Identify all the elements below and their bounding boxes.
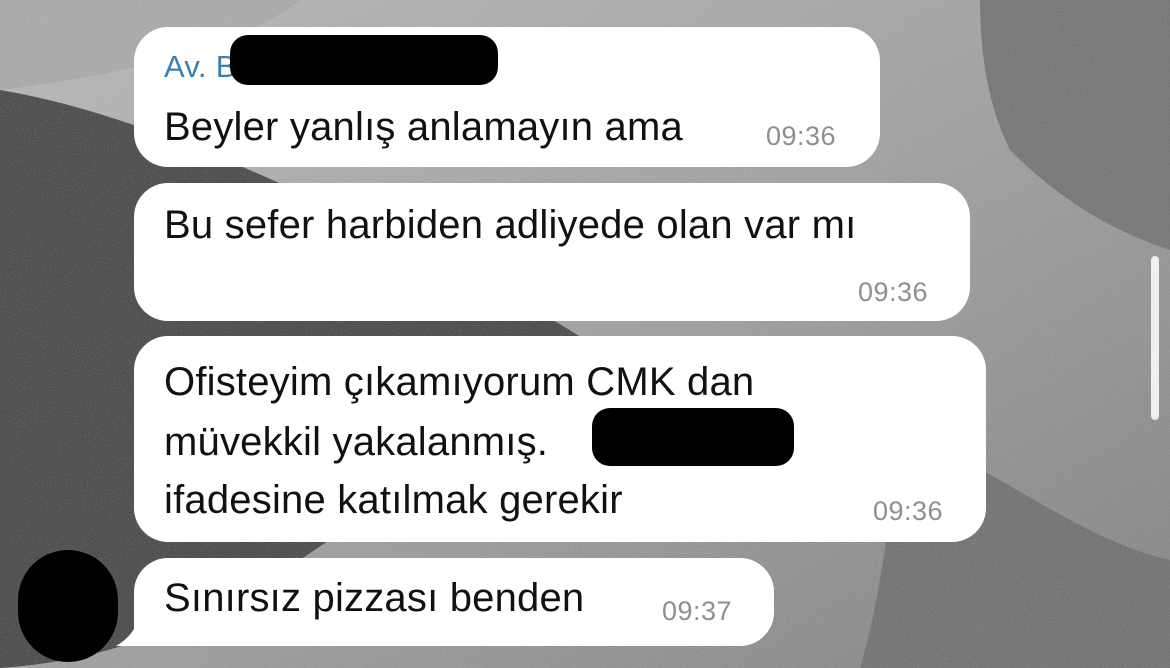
avatar[interactable] [18,550,118,662]
message-time: 09:36 [873,496,944,526]
message-bubble[interactable]: Bu sefer harbiden adliyede olan var mı 0… [134,183,970,321]
message-time: 09:36 [766,121,837,151]
redaction-mark [230,35,498,85]
redaction-mark [592,408,794,466]
message-text-line: müvekkil yakalanmış. [164,420,549,464]
message-bubble[interactable]: Sınırsız pizzası benden 09:37 [134,558,774,646]
sender-name[interactable]: Av. B [164,49,237,85]
scrollbar[interactable] [1151,256,1159,420]
message-text-line: ifadesine katılmak gerekir [164,478,623,522]
message-time: 09:36 [858,277,929,307]
message-bubble[interactable]: Av. B Beyler yanlış anlamayın ama 09:36 [134,27,880,167]
message-time: 09:37 [662,596,733,626]
message-text-line: Ofisteyim çıkamıyorum CMK dan [164,360,755,404]
message-text: Sınırsız pizzası benden [164,576,585,620]
message-text: Beyler yanlış anlamayın ama [164,105,683,149]
message-bubble[interactable]: Ofisteyim çıkamıyorum CMK dan müvekkil y… [134,336,986,542]
bubble-tail [116,612,152,646]
message-text: Bu sefer harbiden adliyede olan var mı [164,203,857,247]
